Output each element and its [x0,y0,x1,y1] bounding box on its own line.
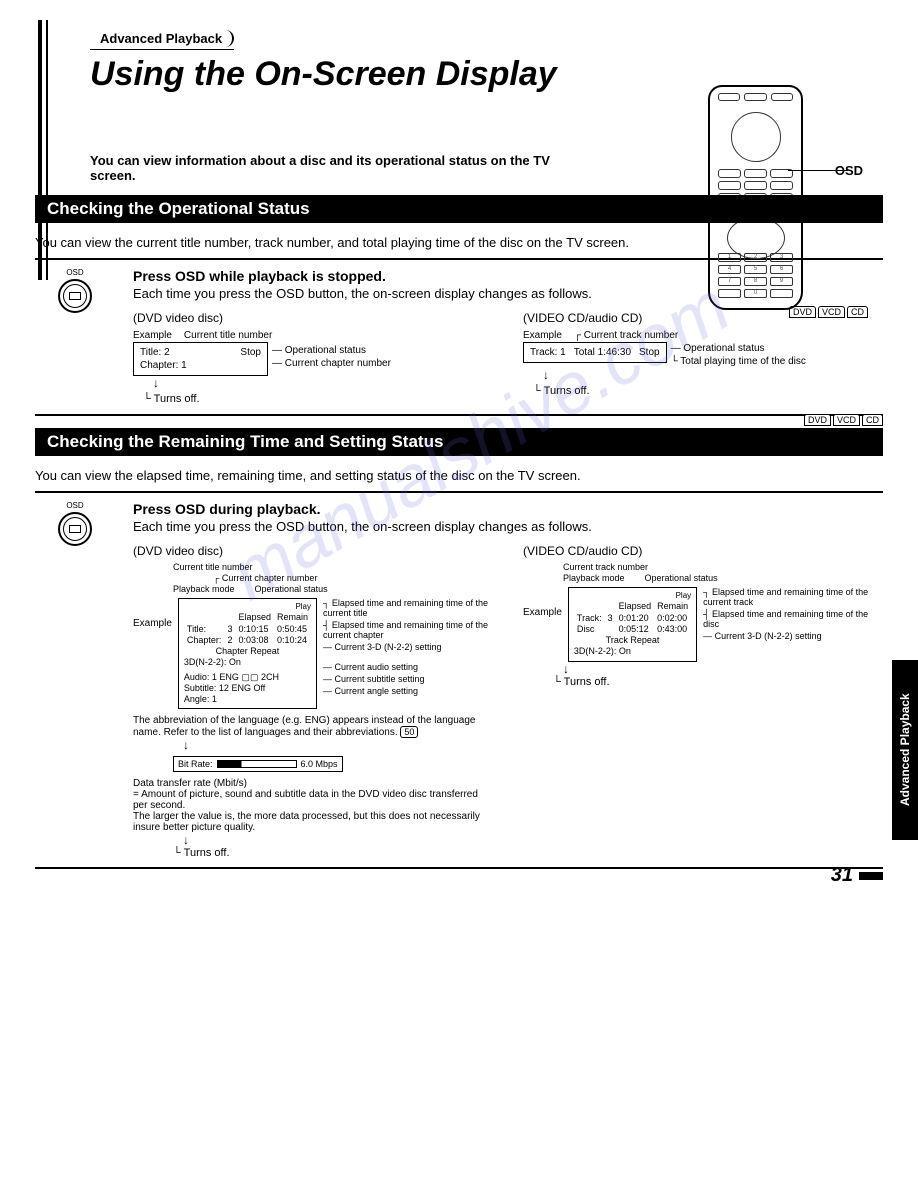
step-subtitle: Each time you press the OSD button, the … [133,519,883,534]
divider [35,867,883,869]
page-number: 31 [831,864,883,887]
osd-button-icon: OSD [35,501,115,859]
intro-text: You can view information about a disc an… [90,153,570,183]
decorative-bar [46,20,48,280]
osd-callout-label: OSD [835,163,863,178]
divider [35,491,883,493]
disc-type-tags: DVDVCDCD [804,414,883,426]
dvd-label: (DVD video disc) [133,311,493,325]
vcd-diagram: Example ┌ Current track number Track: 1T… [523,329,883,398]
section-body-text: You can view the elapsed time, remaining… [35,468,883,483]
dvd-label: (DVD video disc) [133,544,493,558]
decorative-bar [38,20,42,280]
side-tab: Advanced Playback [892,660,918,840]
vcd-playback-diagram: Current track number Playback modeOperat… [523,562,883,687]
section-heading: Checking the Remaining Time and Setting … [35,428,883,456]
section-badge: Advanced Playback [90,30,234,47]
section-heading: Checking the Operational Status [35,195,883,223]
vcd-label: (VIDEO CD/audio CD) [523,544,883,558]
disc-type-tags: DVDVCDCD [789,306,868,318]
step-title: Press OSD during playback. [133,501,883,517]
osd-button-icon: OSD [35,268,115,406]
dvd-diagram: Example Current title number Title: 2Sto… [133,329,493,406]
dvd-playback-diagram: Current title number ┌ Current chapter n… [133,562,493,859]
divider [35,414,883,416]
